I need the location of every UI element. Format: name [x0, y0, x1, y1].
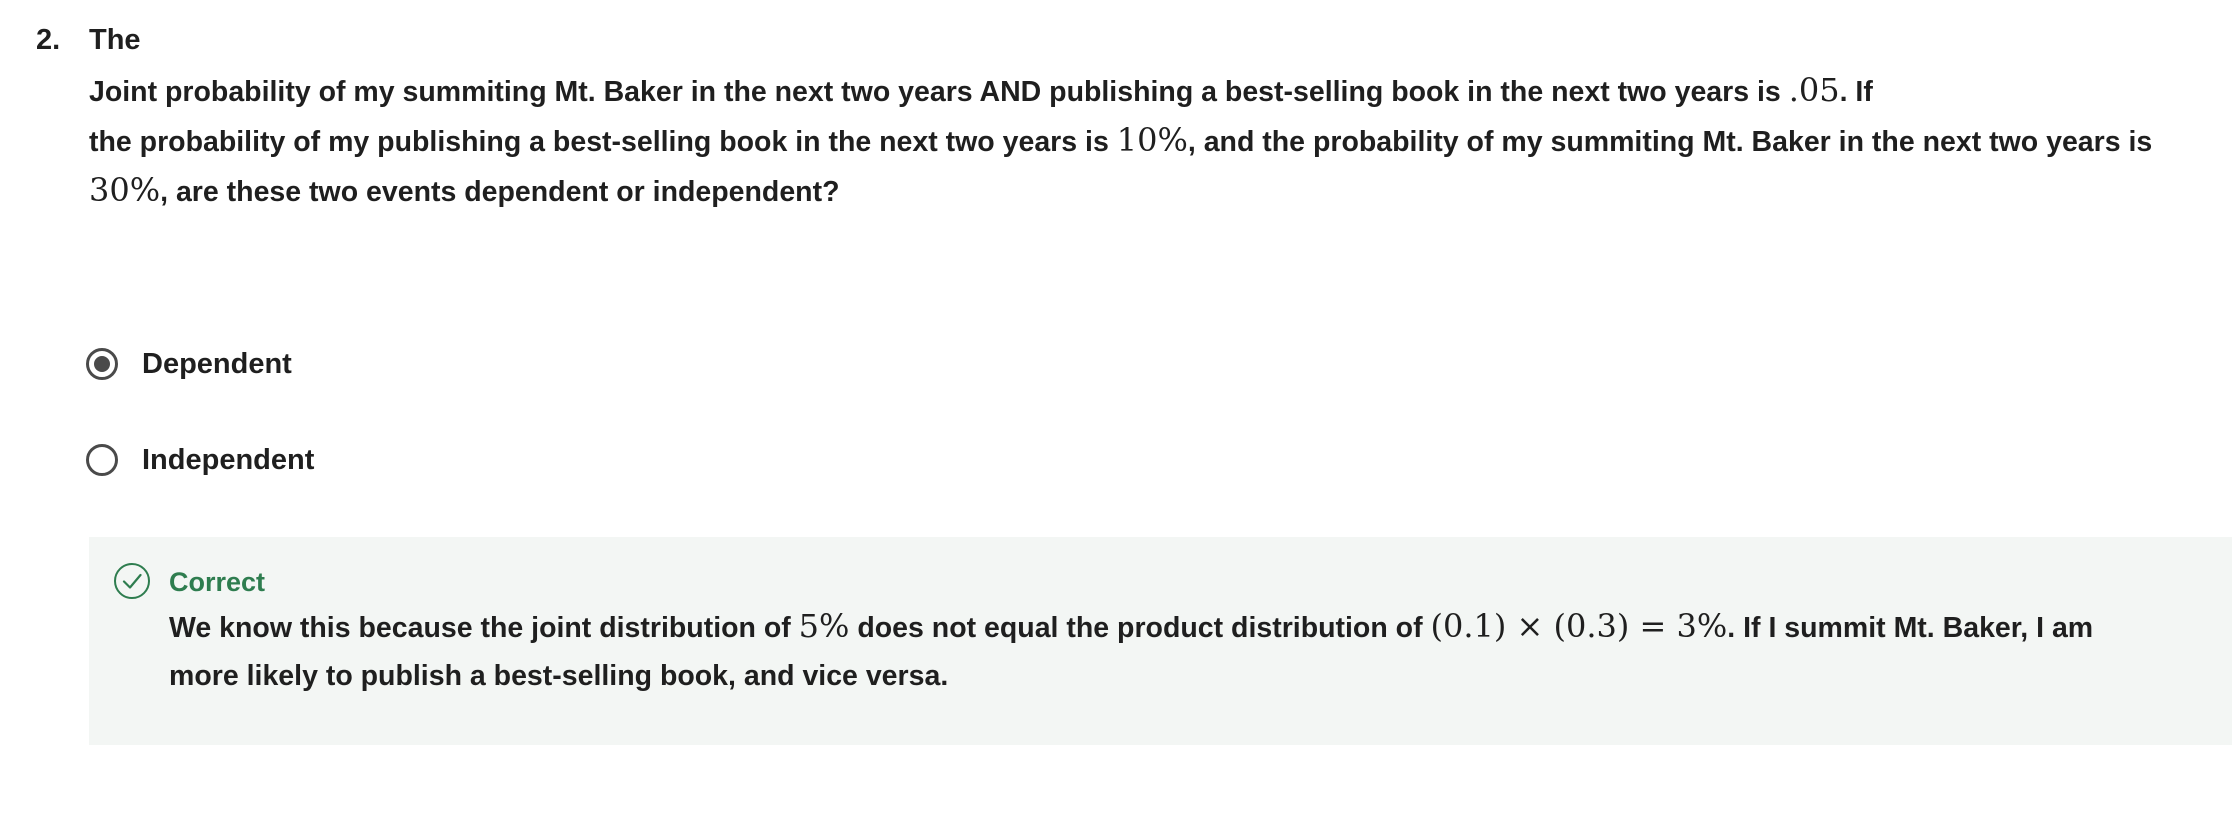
question-prompt: Joint probability of my summiting Mt. Ba…: [89, 66, 2209, 216]
question-text: . If: [1839, 76, 1873, 108]
question-text: , and the probability of my summiting Mt…: [1187, 126, 2153, 158]
math-value: .05: [1788, 71, 1840, 109]
question-number: 2.: [36, 24, 61, 56]
feedback-line-1: We know this because the joint distribut…: [169, 602, 2209, 652]
math-value: 30%: [89, 171, 161, 209]
question-line-2: the probability of my publishing a best-…: [89, 116, 2209, 166]
answer-options: Dependent Independent: [86, 344, 314, 480]
option-label: Independent: [142, 444, 315, 476]
question-text: the probability of my publishing a best-…: [89, 126, 1117, 158]
question-text: Joint probability of my summiting Mt. Ba…: [89, 76, 1789, 108]
option-label: Dependent: [142, 348, 292, 380]
radio-button-selected[interactable]: [86, 348, 118, 380]
feedback-panel: Correct We know this because the joint d…: [89, 537, 2232, 745]
question-line-3: 30%, are these two events dependent or i…: [89, 166, 2209, 216]
feedback-line-2: more likely to publish a best-selling bo…: [169, 660, 949, 692]
feedback-text: We know this because the joint distribut…: [169, 612, 799, 644]
check-circle-icon: [114, 563, 150, 599]
feedback-text: . If I summit Mt. Baker, I am: [1727, 612, 2094, 644]
feedback-status: Correct: [169, 567, 266, 597]
question-text: , are these two events dependent or inde…: [160, 176, 840, 208]
feedback-text: does not equal the product distribution …: [849, 612, 1431, 644]
math-expression: (0.1) × (0.3) = 3%: [1430, 607, 1728, 645]
option-dependent[interactable]: Dependent: [86, 344, 314, 384]
math-value: 5%: [798, 607, 850, 645]
radio-button[interactable]: [86, 444, 118, 476]
feedback-explanation: We know this because the joint distribut…: [169, 602, 2209, 700]
option-independent[interactable]: Independent: [86, 440, 314, 480]
question-line-1: Joint probability of my summiting Mt. Ba…: [89, 66, 2209, 116]
math-value: 10%: [1116, 121, 1188, 159]
question-title: The: [89, 24, 141, 56]
